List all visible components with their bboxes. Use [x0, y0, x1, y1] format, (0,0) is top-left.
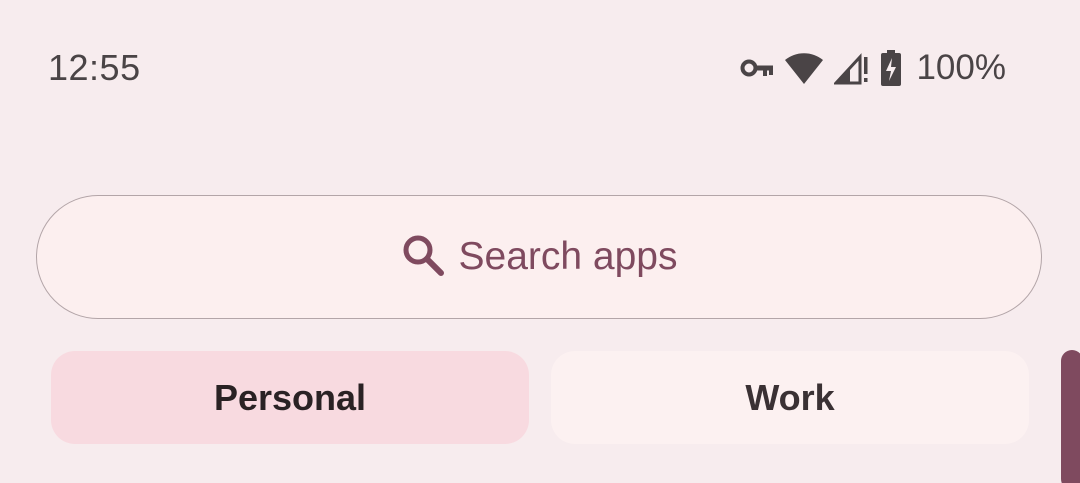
tab-work[interactable]: Work [551, 351, 1029, 444]
vpn-key-icon [740, 58, 774, 78]
status-clock: 12:55 [48, 47, 141, 88]
tab-personal-label: Personal [213, 376, 367, 418]
tab-work-label: Work [745, 376, 835, 418]
search-content: Search apps [401, 233, 678, 282]
search-placeholder: Search apps [458, 235, 678, 278]
signal-no-service-icon [834, 51, 870, 85]
app-drawer-screen: 12:55 100% Search apps Personal Work [0, 0, 1080, 483]
search-icon [401, 233, 445, 282]
tab-personal[interactable]: Personal [51, 351, 529, 444]
search-apps-bar[interactable]: Search apps [36, 195, 1042, 319]
battery-percent: 100% [916, 48, 1006, 87]
status-bar: 12:55 100% [0, 0, 1080, 136]
wifi-icon [784, 51, 824, 85]
battery-charging-icon [880, 50, 902, 86]
status-icons: 100% [740, 46, 1006, 90]
scrollbar-handle[interactable] [1061, 350, 1080, 483]
